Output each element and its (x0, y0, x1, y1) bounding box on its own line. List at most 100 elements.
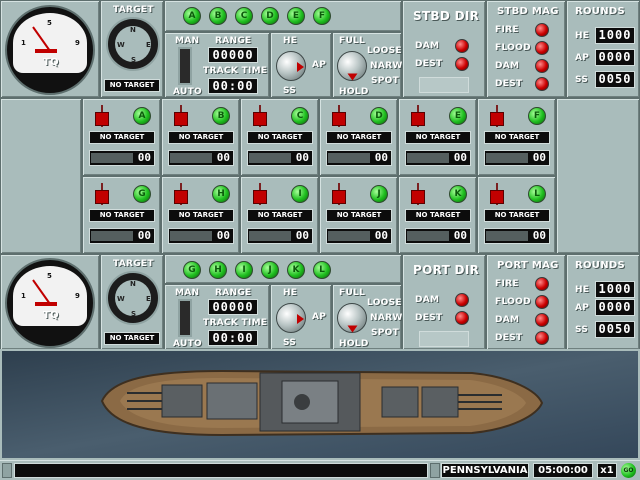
flag-square (411, 190, 425, 204)
scroll-button[interactable] (2, 463, 12, 478)
turret-fire-button[interactable]: L (528, 185, 546, 203)
port-dir-panel: PORT DIR DAM DEST (402, 254, 486, 350)
turret-fire-button[interactable]: G (133, 185, 151, 203)
flag-square (332, 190, 346, 204)
turret-select-button[interactable]: I (235, 261, 253, 279)
he-rounds-label: HE (575, 31, 590, 41)
dam-lamp (455, 39, 469, 53)
turret-status-flag (253, 105, 267, 127)
turret-status-flag (174, 183, 188, 205)
turret-target-readout: NO TARGET (247, 209, 313, 222)
ap-rounds-label: AP (575, 303, 590, 313)
turret-fire-button[interactable]: J (370, 185, 388, 203)
turret-fire-button[interactable]: F (528, 107, 546, 125)
loose-label: LOOSE (367, 298, 402, 308)
turret-salvo-count: 00 (216, 229, 230, 242)
time-compression[interactable]: x1 (597, 463, 617, 478)
ammo-select-knob[interactable] (276, 303, 306, 333)
turret-salvo-count: 00 (374, 229, 388, 242)
man-label: MAN (175, 36, 200, 46)
range-label: RANGE (215, 36, 252, 46)
dam-lamp (535, 59, 549, 73)
turret-select-button[interactable]: F (313, 7, 331, 25)
man-auto-switch[interactable] (178, 299, 192, 337)
man-auto-switch[interactable] (178, 47, 192, 85)
turret-fire-button[interactable]: D (370, 107, 388, 125)
turret-select-button[interactable]: E (287, 7, 305, 25)
go-button[interactable]: GO (621, 463, 636, 478)
bottom-turret-select-panel: GHIJKL (164, 254, 402, 284)
gauge-tick-5: 5 (47, 272, 52, 280)
dest-lamp (455, 57, 469, 71)
top-ammo-knob-panel: HE AP SS (270, 32, 332, 98)
turret-select-button[interactable]: C (235, 7, 253, 25)
ap-label: AP (312, 60, 327, 70)
turret-select-button[interactable]: L (313, 261, 331, 279)
port-dir-title: PORT DIR (413, 263, 480, 277)
port-mag-title: PORT MAG (497, 260, 559, 271)
turret-target-readout: NO TARGET (168, 209, 234, 222)
turret-load-fill (328, 231, 370, 241)
compass-e: E (146, 295, 151, 303)
turret-status-flag (253, 183, 267, 205)
turret-select-button[interactable]: J (261, 261, 279, 279)
turret-fire-button[interactable]: B (212, 107, 230, 125)
turret-fire-button[interactable]: K (449, 185, 467, 203)
turret-select-button[interactable]: B (209, 7, 227, 25)
target-label: TARGET (113, 259, 154, 269)
turret-cell: K NO TARGET 00 (398, 176, 477, 254)
top-spread-knob-panel: FULL LOOSE NARW SPOT HOLD (332, 32, 402, 98)
dam-label: DAM (495, 61, 520, 71)
stbd-dir-title: STBD DIR (413, 9, 480, 23)
bottom-target-panel: TARGET N S E W NO TARGET (100, 254, 164, 350)
turret-select-button[interactable]: A (183, 7, 201, 25)
turret-select-button[interactable]: K (287, 261, 305, 279)
compass-s: S (131, 56, 137, 64)
status-bar: PENNSYLVANIA 05:00:00 x1 GO (0, 460, 640, 480)
turret-fire-button[interactable]: A (133, 107, 151, 125)
flood-label: FLOOD (495, 43, 531, 53)
compass-dial[interactable]: N S E W (106, 17, 160, 71)
turret-select-button[interactable]: D (261, 7, 279, 25)
dam-lamp (455, 293, 469, 307)
turret-select-button[interactable]: H (209, 261, 227, 279)
turret-load-fill (170, 153, 212, 163)
turret-fire-button[interactable]: E (449, 107, 467, 125)
turret-salvo-count: 00 (295, 229, 309, 242)
turret-cell: E NO TARGET 00 (398, 98, 477, 176)
ss-label: SS (283, 338, 297, 348)
turret-select-button[interactable]: G (183, 261, 201, 279)
turret-load-bar: 00 (89, 150, 155, 166)
turret-fire-button[interactable]: C (291, 107, 309, 125)
ship-name[interactable]: PENNSYLVANIA (441, 463, 529, 478)
spread-select-knob[interactable] (337, 303, 367, 333)
flag-square (332, 112, 346, 126)
spread-select-knob[interactable] (337, 51, 367, 81)
turret-load-bar: 00 (247, 228, 313, 244)
turret-load-fill (486, 231, 528, 241)
compass-dial[interactable]: N S E W (106, 271, 160, 325)
flag-square (95, 112, 109, 126)
turret-cell: J NO TARGET 00 (319, 176, 398, 254)
flag-square (253, 112, 267, 126)
turret-load-fill (91, 153, 133, 163)
stbd-dir-status-box (419, 77, 469, 93)
ship-select-button[interactable] (430, 463, 440, 478)
knob-pointer (347, 325, 358, 333)
turret-load-bar: 00 (326, 150, 392, 166)
turret-load-bar: 00 (484, 228, 550, 244)
stbd-mag-panel: STBD MAG FIRE FLOOD DAM DEST (486, 0, 566, 98)
ship-view[interactable] (0, 349, 640, 460)
turret-fire-button[interactable]: H (212, 185, 230, 203)
turret-fire-button[interactable]: I (291, 185, 309, 203)
turret-status-flag (490, 105, 504, 127)
ammo-select-knob[interactable] (276, 51, 306, 81)
turret-salvo-count: 00 (453, 229, 467, 242)
turret-grid-left-filler (0, 98, 82, 254)
track-time-label: TRACK TIME (203, 66, 268, 76)
ss-rounds-readout: 0050 (595, 321, 635, 338)
hold-label: HOLD (339, 87, 369, 97)
ss-rounds-label: SS (575, 325, 589, 335)
stbd-mag-title: STBD MAG (497, 6, 559, 17)
ap-rounds-readout: 0000 (595, 299, 635, 316)
